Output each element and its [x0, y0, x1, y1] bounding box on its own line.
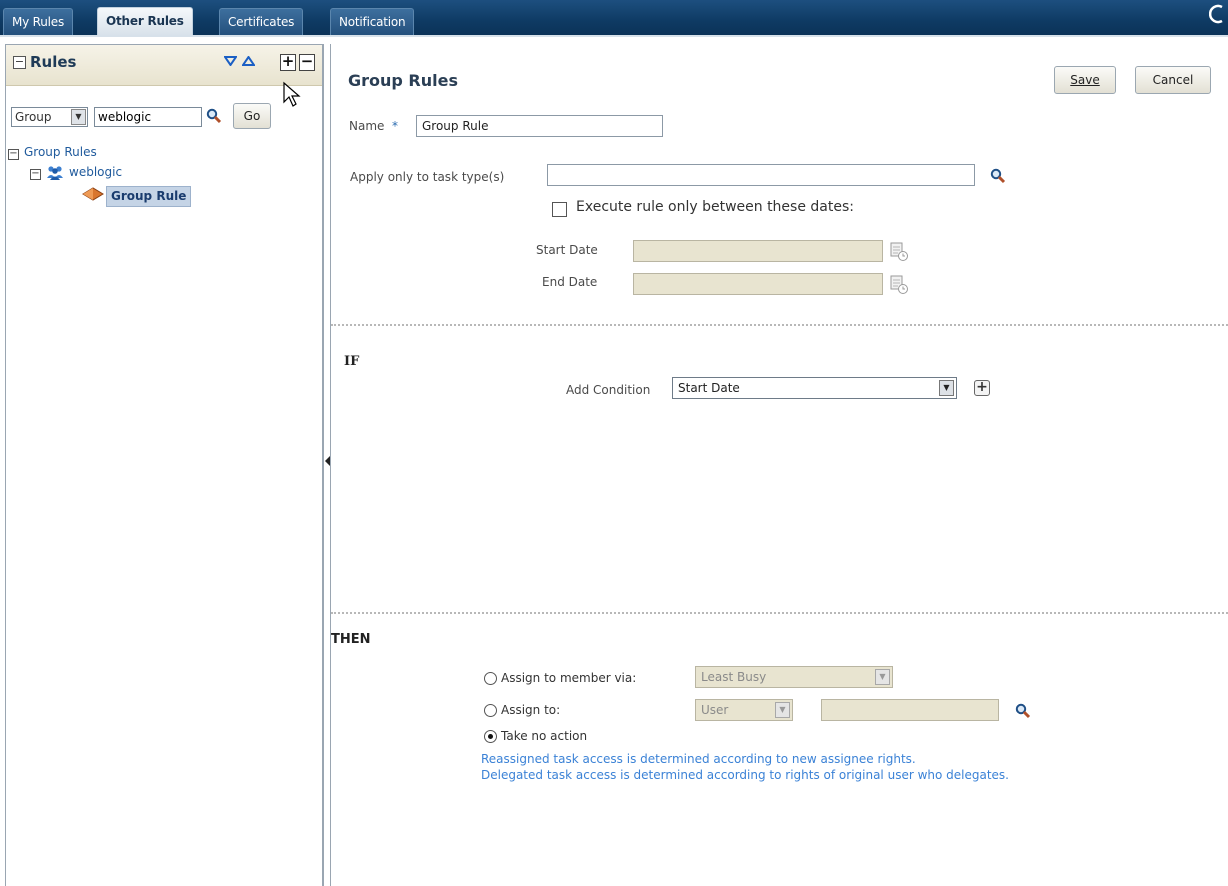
if-heading: IF: [344, 354, 360, 369]
group-icon: [46, 165, 64, 181]
rule-editor: Group Rules Save Cancel Name * Group Rul…: [331, 44, 1228, 886]
name-label-text: Name: [349, 119, 385, 133]
add-condition-button[interactable]: +: [974, 380, 990, 396]
rule-icon: [82, 187, 104, 201]
no-action-label: Take no action: [501, 729, 588, 743]
tab-my-rules[interactable]: My Rules: [3, 8, 74, 36]
tree-collapse-icon[interactable]: −: [30, 169, 41, 180]
tree-node-group-rules[interactable]: Group Rules: [24, 145, 97, 159]
tab-bar: My Rules Other Rules Certificates Notifi…: [0, 0, 1228, 36]
then-heading: THEN: [331, 632, 371, 647]
execute-dates-label: Execute rule only between these dates:: [576, 199, 854, 215]
filter-type-select[interactable]: Group ▼: [11, 107, 88, 127]
assign-member-select: Least Busy ▼: [695, 666, 893, 688]
calendar-icon: [889, 273, 909, 295]
search-icon[interactable]: [1208, 3, 1226, 27]
chevron-down-icon[interactable]: ▼: [939, 380, 954, 396]
assign-member-value: Least Busy: [701, 670, 767, 684]
save-label: Save: [1070, 73, 1100, 87]
execute-dates-checkbox[interactable]: [552, 202, 567, 217]
delegate-info-text: Delegated task access is determined acco…: [481, 768, 1009, 782]
assign-to-type-select: User ▼: [695, 699, 793, 721]
assign-to-label: Assign to:: [501, 703, 561, 717]
required-marker: *: [392, 119, 399, 133]
chevron-down-icon: ▼: [875, 669, 890, 685]
search-icon[interactable]: [1015, 703, 1031, 719]
tab-notification[interactable]: Notification: [330, 8, 415, 36]
assign-to-radio[interactable]: [484, 704, 497, 717]
chevron-down-icon[interactable]: ▼: [71, 109, 86, 125]
add-condition-label: Add Condition: [566, 383, 651, 397]
reassign-info-text: Reassigned task access is determined acc…: [481, 752, 916, 766]
cancel-button[interactable]: Cancel: [1135, 66, 1211, 94]
section-divider: [331, 612, 1228, 614]
start-date-label: Start Date: [536, 243, 598, 257]
chevron-down-icon: ▼: [775, 702, 790, 718]
end-date-label: End Date: [542, 275, 598, 289]
tab-underline: [0, 35, 1228, 37]
tab-other-rules[interactable]: Other Rules: [97, 7, 193, 36]
tree-node-weblogic[interactable]: weblogic: [69, 165, 122, 179]
calendar-icon: [889, 240, 909, 262]
collapse-left-arrow-icon[interactable]: [325, 456, 330, 466]
task-type-field[interactable]: [547, 164, 975, 186]
name-field[interactable]: Group Rule: [416, 115, 663, 137]
section-divider: [331, 324, 1228, 326]
mouse-cursor-icon: [283, 81, 301, 107]
tree-node-group-rule[interactable]: Group Rule: [106, 186, 192, 207]
delete-rule-button[interactable]: −: [299, 54, 315, 71]
page-title: Group Rules: [348, 71, 458, 90]
search-icon[interactable]: [206, 108, 222, 124]
rules-panel: − Rules + − Group ▼ Go − Group Rules − w…: [5, 44, 323, 886]
add-rule-button[interactable]: +: [280, 54, 296, 71]
collapse-panel-icon[interactable]: −: [13, 56, 26, 69]
filter-type-value: Group: [15, 110, 52, 124]
name-label: Name *: [349, 119, 398, 133]
assign-member-label: Assign to member via:: [501, 671, 637, 685]
filter-search-input[interactable]: [94, 107, 202, 127]
go-button[interactable]: Go: [233, 103, 271, 129]
end-date-field: [633, 273, 883, 295]
save-button[interactable]: Save: [1054, 66, 1116, 94]
no-action-radio[interactable]: [484, 730, 497, 743]
search-icon[interactable]: [990, 168, 1006, 184]
expand-all-icon[interactable]: [223, 55, 238, 69]
tab-certificates[interactable]: Certificates: [219, 8, 304, 36]
add-condition-select[interactable]: Start Date ▼: [672, 377, 957, 399]
cancel-label: Cancel: [1152, 73, 1194, 87]
assign-to-type-value: User: [701, 703, 729, 717]
collapse-all-icon[interactable]: [241, 55, 256, 69]
add-condition-value: Start Date: [678, 381, 740, 395]
rules-title: Rules: [30, 53, 77, 71]
assign-member-radio[interactable]: [484, 672, 497, 685]
rules-header: − Rules + −: [6, 45, 322, 86]
tree-collapse-icon[interactable]: −: [8, 149, 19, 160]
assign-to-field: [821, 699, 999, 721]
task-type-label: Apply only to task type(s): [350, 170, 505, 184]
start-date-field: [633, 240, 883, 262]
